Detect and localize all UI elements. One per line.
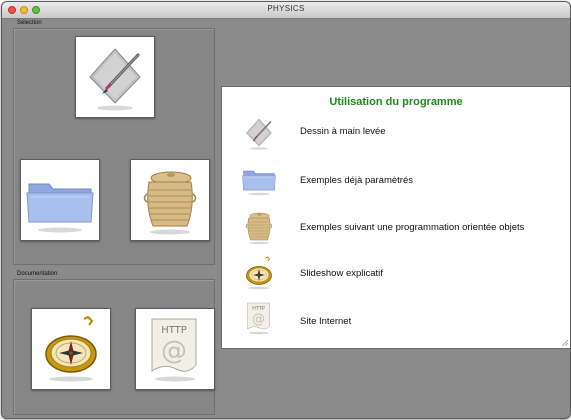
selection-group — [13, 28, 215, 265]
usage-item-website[interactable]: Site Internet — [300, 316, 351, 327]
http-document-icon: HTTP @ — [151, 318, 197, 382]
resize-grip-icon[interactable] — [560, 338, 568, 346]
usage-item-drawing[interactable]: Dessin à main levée — [300, 126, 386, 137]
basket-icon — [131, 160, 209, 240]
object-examples-tile[interactable] — [130, 159, 210, 241]
usage-item-slideshow[interactable]: Slideshow explicatif — [300, 268, 383, 279]
usage-item-compass-icon[interactable] — [236, 253, 282, 293]
usage-item-object-examples[interactable]: Exemples suivant une programmation orien… — [300, 222, 524, 233]
usage-item-examples[interactable]: Exemples déjà paramètrés — [300, 175, 413, 186]
drawing-pencil-icon — [236, 113, 282, 153]
http-label: HTTP — [161, 325, 187, 336]
usage-item-basket-icon[interactable] — [236, 207, 282, 247]
http-document-icon: HTTP @ — [247, 302, 270, 335]
slideshow-tile[interactable] — [31, 308, 111, 390]
documentation-group: HTTP @ — [13, 279, 215, 415]
usage-title: Utilisation du programme — [329, 96, 463, 108]
usage-panel: Utilisation du programme Dessin à main l… — [221, 86, 570, 349]
folder-icon — [21, 160, 99, 240]
title-bar: PHYSICS — [2, 2, 570, 19]
basket-icon — [236, 207, 282, 247]
folder-icon — [236, 159, 282, 199]
usage-item-http-icon[interactable]: HTTP @ — [236, 298, 282, 338]
website-tile[interactable]: HTTP @ — [135, 308, 215, 390]
http-label: HTTP — [252, 306, 265, 312]
drawing-tile[interactable] — [75, 36, 155, 118]
usage-item-folder-icon[interactable] — [236, 159, 282, 199]
app-window: PHYSICS Sélection Documentation HTTP @ U… — [1, 1, 571, 419]
at-symbol: @ — [252, 312, 265, 327]
compass-icon — [32, 309, 110, 389]
window-title: PHYSICS — [267, 4, 305, 13]
compass-icon — [236, 253, 282, 293]
usage-item-drawing-icon[interactable] — [236, 113, 282, 153]
documentation-group-label: Documentation — [17, 271, 58, 277]
drawing-pencil-icon — [76, 37, 154, 117]
at-symbol: @ — [161, 336, 187, 366]
examples-folder-tile[interactable] — [20, 159, 100, 241]
selection-group-label: Sélection — [17, 20, 42, 26]
